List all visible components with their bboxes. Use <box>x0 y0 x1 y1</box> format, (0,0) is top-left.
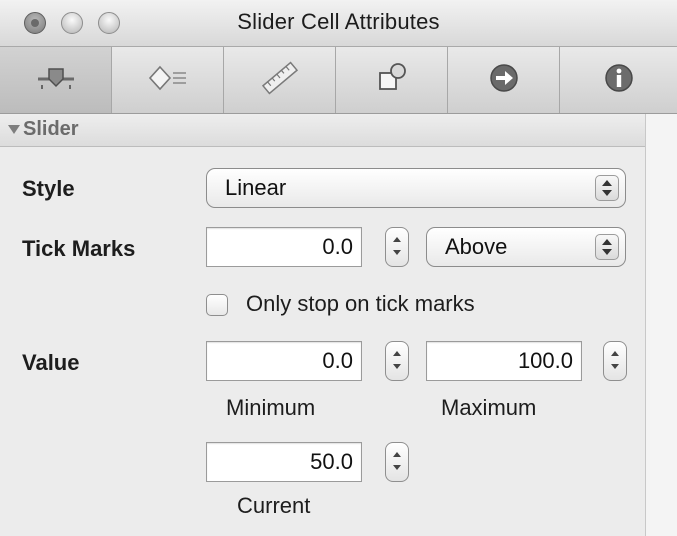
popup-arrows-icon <box>595 175 619 201</box>
minimum-stepper[interactable] <box>385 341 409 381</box>
tab-info[interactable] <box>560 47 677 113</box>
only-stop-checkbox[interactable] <box>206 294 228 316</box>
maximum-field[interactable]: 100.0 <box>426 341 582 381</box>
minimum-caption: Minimum <box>226 395 316 420</box>
value-label: Value <box>22 350 80 375</box>
tab-effects[interactable] <box>448 47 560 113</box>
only-stop-label[interactable]: Only stop on tick marks <box>246 291 475 317</box>
tick-marks-stepper[interactable] <box>385 227 409 267</box>
tick-marks-field[interactable]: 0.0 <box>206 227 362 267</box>
info-icon <box>602 61 636 100</box>
maximum-stepper[interactable] <box>603 341 627 381</box>
current-field[interactable]: 50.0 <box>206 442 362 482</box>
tick-position-popup[interactable]: Above <box>426 227 626 267</box>
bindings-diamond-icon <box>146 63 190 98</box>
tab-bindings[interactable] <box>112 47 224 113</box>
tab-size[interactable] <box>224 47 336 113</box>
window-title: Slider Cell Attributes <box>237 9 440 34</box>
inspector-toolbar <box>0 47 677 114</box>
ruler-size-icon <box>258 61 302 100</box>
tab-connections[interactable] <box>336 47 448 113</box>
inspector-content: Slider Style Linear Tick Marks 0.0 Above… <box>0 114 645 536</box>
current-stepper[interactable] <box>385 442 409 482</box>
slider-section-header[interactable]: Slider <box>0 114 645 147</box>
connections-icon <box>372 61 412 100</box>
style-popup-value: Linear <box>225 175 287 200</box>
current-caption: Current <box>237 493 311 518</box>
inspector-window: Slider Cell Attributes Slider Style Line… <box>0 0 677 536</box>
title-bar: Slider Cell Attributes <box>0 0 677 47</box>
tick-position-value: Above <box>445 234 508 259</box>
popup-arrows-icon <box>595 234 619 260</box>
minimum-field[interactable]: 0.0 <box>206 341 362 381</box>
tick-marks-label: Tick Marks <box>22 236 136 261</box>
slider-attributes-icon <box>36 63 76 98</box>
arrow-circle-icon <box>487 61 521 100</box>
tab-attributes[interactable] <box>0 47 112 113</box>
style-popup[interactable]: Linear <box>206 168 626 208</box>
disclosure-triangle-icon[interactable] <box>8 125 20 134</box>
section-title: Slider <box>23 118 79 140</box>
maximum-caption: Maximum <box>441 395 537 420</box>
inspector-scroll-area <box>645 114 677 536</box>
style-label: Style <box>22 176 75 201</box>
